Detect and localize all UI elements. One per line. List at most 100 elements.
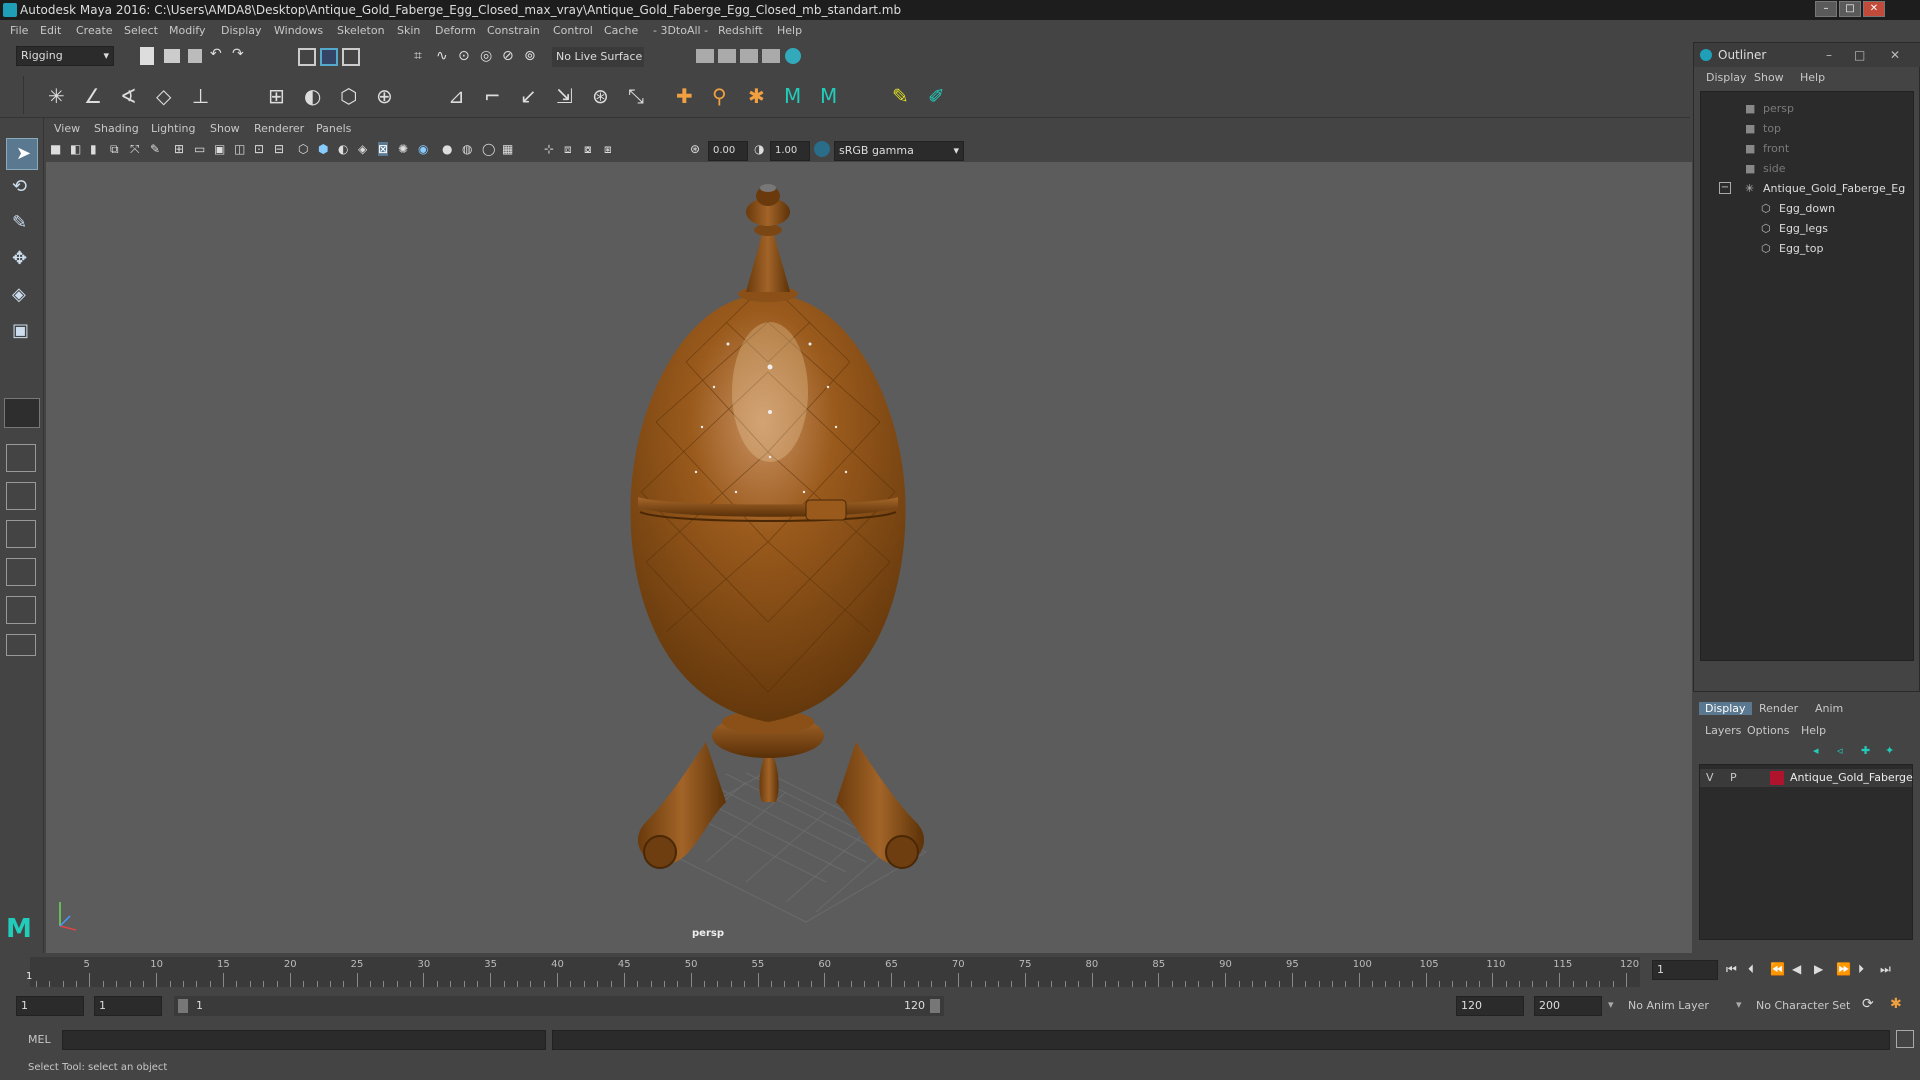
bookmark-icon[interactable]: ▮ (90, 142, 97, 156)
layer-menu-options[interactable]: Options (1747, 724, 1789, 737)
lattice-icon[interactable]: ⊕ (376, 84, 396, 108)
orient-joint-icon[interactable]: ⊥ (192, 84, 212, 108)
camera-attr-icon[interactable]: ◧ (70, 142, 81, 156)
step-back-key-icon[interactable]: ⏪ (1770, 962, 1785, 976)
animation-end-field[interactable]: 200 (1534, 996, 1602, 1016)
camera-select-icon[interactable]: ■ (50, 142, 61, 156)
script-language-label[interactable]: MEL (28, 1033, 51, 1046)
menu-constrain[interactable]: Constrain (487, 24, 540, 37)
outliner-item[interactable]: ✳ Antique_Gold_Faberge_Eg (1745, 180, 1905, 198)
viewport-menu-show[interactable]: Show (210, 122, 240, 135)
hik-character-icon[interactable]: M (784, 84, 804, 108)
menu-deform[interactable]: Deform (435, 24, 476, 37)
skin-weight-icon[interactable]: ✎ (892, 84, 912, 108)
paint-weights-icon[interactable]: ⬡ (340, 84, 360, 108)
color-management-icon[interactable] (814, 141, 830, 157)
layer-tab-display[interactable]: Display (1699, 702, 1752, 715)
script-editor-icon[interactable] (1896, 1030, 1914, 1048)
viewport-menu-lighting[interactable]: Lighting (151, 122, 195, 135)
antialias-icon[interactable]: ◍ (462, 142, 472, 156)
go-to-start-icon[interactable]: ⏮ (1726, 962, 1737, 977)
select-object-icon[interactable] (320, 48, 338, 66)
viewport-menu-view[interactable]: View (54, 122, 80, 135)
maximize-icon[interactable]: □ (1854, 43, 1865, 67)
mirror-joint-icon[interactable]: ◇ (156, 84, 176, 108)
select-hierarchy-icon[interactable] (298, 48, 316, 66)
minimize-button[interactable]: – (1815, 1, 1837, 17)
persp-outliner-layout-icon[interactable] (6, 558, 36, 586)
depth-of-field-icon[interactable]: ◯ (482, 142, 495, 156)
preferences-icon[interactable]: ✱ (1890, 996, 1902, 1012)
new-layer-icon[interactable]: ✚ (1861, 744, 1870, 757)
step-forward-icon[interactable]: ⏵ (1858, 962, 1864, 977)
range-end-handle[interactable] (930, 999, 940, 1013)
four-view-layout-icon[interactable] (6, 444, 36, 472)
ik-fk-icon[interactable]: ⚲ (712, 84, 732, 108)
menu-file[interactable]: File (10, 24, 28, 37)
range-slider[interactable]: 1 120 (174, 996, 944, 1016)
ik-spline-icon[interactable]: ∢ (120, 84, 140, 108)
custom-layout-icon[interactable] (6, 634, 36, 656)
play-forward-icon[interactable]: ▶ (1814, 962, 1823, 976)
layer-row[interactable]: V P Antique_Gold_Faberge (1700, 769, 1913, 787)
move-layer-up-icon[interactable]: ◂ (1813, 744, 1819, 757)
render-view-icon[interactable] (696, 49, 714, 63)
menu-3dtoall[interactable]: - 3DtoAll - (653, 24, 708, 37)
hypershade-icon[interactable] (785, 48, 801, 64)
viewport-menu-renderer[interactable]: Renderer (254, 122, 304, 135)
play-backward-icon[interactable]: ◀ (1792, 962, 1801, 976)
maximize-button[interactable]: □ (1839, 1, 1861, 17)
menu-select[interactable]: Select (124, 24, 158, 37)
resolution-gate-icon[interactable]: ▣ (214, 142, 225, 156)
persp-graph-layout-icon[interactable] (6, 596, 36, 624)
aim-constraint-icon[interactable]: ⊛ (592, 84, 612, 108)
human-ik-icon[interactable]: ✱ (748, 84, 768, 108)
2d-pan-icon[interactable]: ⤧ (130, 142, 140, 157)
outliner-item[interactable]: ■ top (1745, 120, 1781, 138)
hud-icon[interactable]: ⧆ (604, 142, 612, 157)
render-frame-icon[interactable] (718, 49, 736, 63)
film-gate-icon[interactable]: ▭ (194, 142, 205, 156)
scale-constraint-icon[interactable]: ⇲ (556, 84, 576, 108)
time-slider[interactable]: 5 10 15 20 25 30 35 40 45 50 55 60 65 70 75 80 85 90 95 100… (0, 953, 1690, 989)
snap-curve-icon[interactable]: ∿ (436, 48, 456, 68)
bind-skin-icon[interactable]: ⊞ (268, 84, 288, 108)
colorspace-dropdown[interactable]: sRGB gamma ▾ (834, 141, 964, 161)
auto-key-icon[interactable]: ⟳ (1862, 996, 1874, 1012)
mode-selector[interactable]: Rigging ▾ (16, 46, 114, 66)
gate-mask-icon[interactable]: ◫ (234, 142, 245, 156)
paint-tool-icon[interactable]: ✐ (928, 84, 948, 108)
viewport-menu-shading[interactable]: Shading (94, 122, 139, 135)
snap-grid-icon[interactable]: ⌗ (414, 48, 434, 68)
ik-handle-icon[interactable]: ∠ (84, 84, 104, 108)
rotate-tool-icon[interactable]: ◈ (12, 284, 26, 305)
field-chart-icon[interactable]: ⊡ (254, 142, 264, 156)
shelf-options-icon[interactable] (4, 76, 24, 114)
menu-help[interactable]: Help (777, 24, 802, 37)
menu-skin[interactable]: Skin (397, 24, 420, 37)
command-input[interactable] (62, 1030, 546, 1050)
time-ruler[interactable]: 5 10 15 20 25 30 35 40 45 50 55 60 65 70 75 80 85 90 95 100… (30, 957, 1640, 987)
menu-cache[interactable]: Cache (604, 24, 638, 37)
close-button[interactable]: ✕ (1863, 1, 1885, 17)
snap-view-icon[interactable]: ◎ (480, 48, 500, 68)
anim-layer-dropdown[interactable]: No Anim Layer (1626, 996, 1744, 1016)
backface-icon[interactable]: ⧇ (584, 142, 592, 157)
layer-tab-anim[interactable]: Anim (1809, 702, 1849, 715)
exposure-icon[interactable]: ⊛ (690, 142, 700, 156)
lasso-tool-icon[interactable]: ⟲ (12, 176, 27, 197)
outliner-item[interactable]: ■ front (1745, 140, 1789, 158)
playback-start-field[interactable]: 1 (94, 996, 162, 1016)
wireframe-icon[interactable]: ⬡ (298, 142, 308, 156)
minimize-icon[interactable]: – (1826, 43, 1832, 67)
layer-color-swatch[interactable] (1770, 771, 1784, 785)
move-tool-icon[interactable]: ✥ (12, 248, 27, 269)
menu-display[interactable]: Display (221, 24, 262, 37)
layer-visibility-toggle[interactable]: V (1706, 771, 1714, 784)
select-tool-icon[interactable]: ➤ (6, 138, 38, 170)
move-layer-down-icon[interactable]: ◃ (1837, 744, 1843, 757)
gamma-field[interactable]: 1.00 (770, 141, 810, 161)
outliner-item[interactable]: ⬡ Egg_top (1761, 240, 1823, 258)
default-lighting-icon[interactable]: ◐ (338, 142, 348, 156)
pole-vector-icon[interactable]: ⤡ (628, 84, 648, 108)
